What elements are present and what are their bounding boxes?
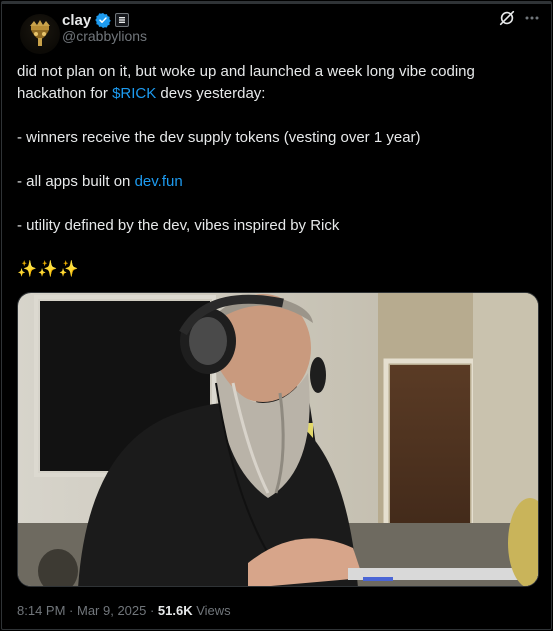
crab-crown-icon (30, 20, 50, 46)
author-row: clay (62, 10, 130, 30)
author-name[interactable]: clay (62, 12, 91, 29)
views-label: Views (192, 603, 231, 618)
tweet-meta: 8:14 PM · Mar 9, 2025 · 51.6K Views (17, 603, 231, 618)
sparkles-emoji: ✨✨✨ (17, 261, 80, 278)
author-handle[interactable]: @crabbylions (62, 28, 147, 44)
more-icon[interactable] (524, 10, 540, 26)
devfun-link[interactable]: dev.fun (135, 173, 183, 190)
tweet-bullet-2: - all apps built on dev.fun (17, 173, 183, 190)
tweet-card: clay @crabbylions did not plan on it, bu… (1, 1, 552, 630)
divider (2, 2, 551, 4)
tweet-text: did not plan on it, but woke up and laun… (17, 61, 537, 281)
affiliate-badge-icon[interactable] (115, 13, 130, 27)
views-count: 51.6K (157, 603, 193, 618)
photo-man-with-headphones-icon (18, 293, 538, 586)
tweet-image[interactable] (17, 292, 539, 587)
tweet-line-1: did not plan on it, but woke up and laun… (17, 63, 475, 102)
tweet-date[interactable]: Mar 9, 2025 (77, 603, 146, 618)
verified-badge-icon (95, 13, 111, 28)
grok-icon[interactable] (498, 9, 516, 27)
avatar[interactable] (20, 14, 60, 54)
tweet-time[interactable]: 8:14 PM (17, 603, 65, 618)
tweet-bullet-1: - winners receive the dev supply tokens … (17, 129, 421, 146)
tweet-bullet-3: - utility defined by the dev, vibes insp… (17, 217, 340, 234)
cashtag-link[interactable]: $RICK (112, 85, 156, 102)
